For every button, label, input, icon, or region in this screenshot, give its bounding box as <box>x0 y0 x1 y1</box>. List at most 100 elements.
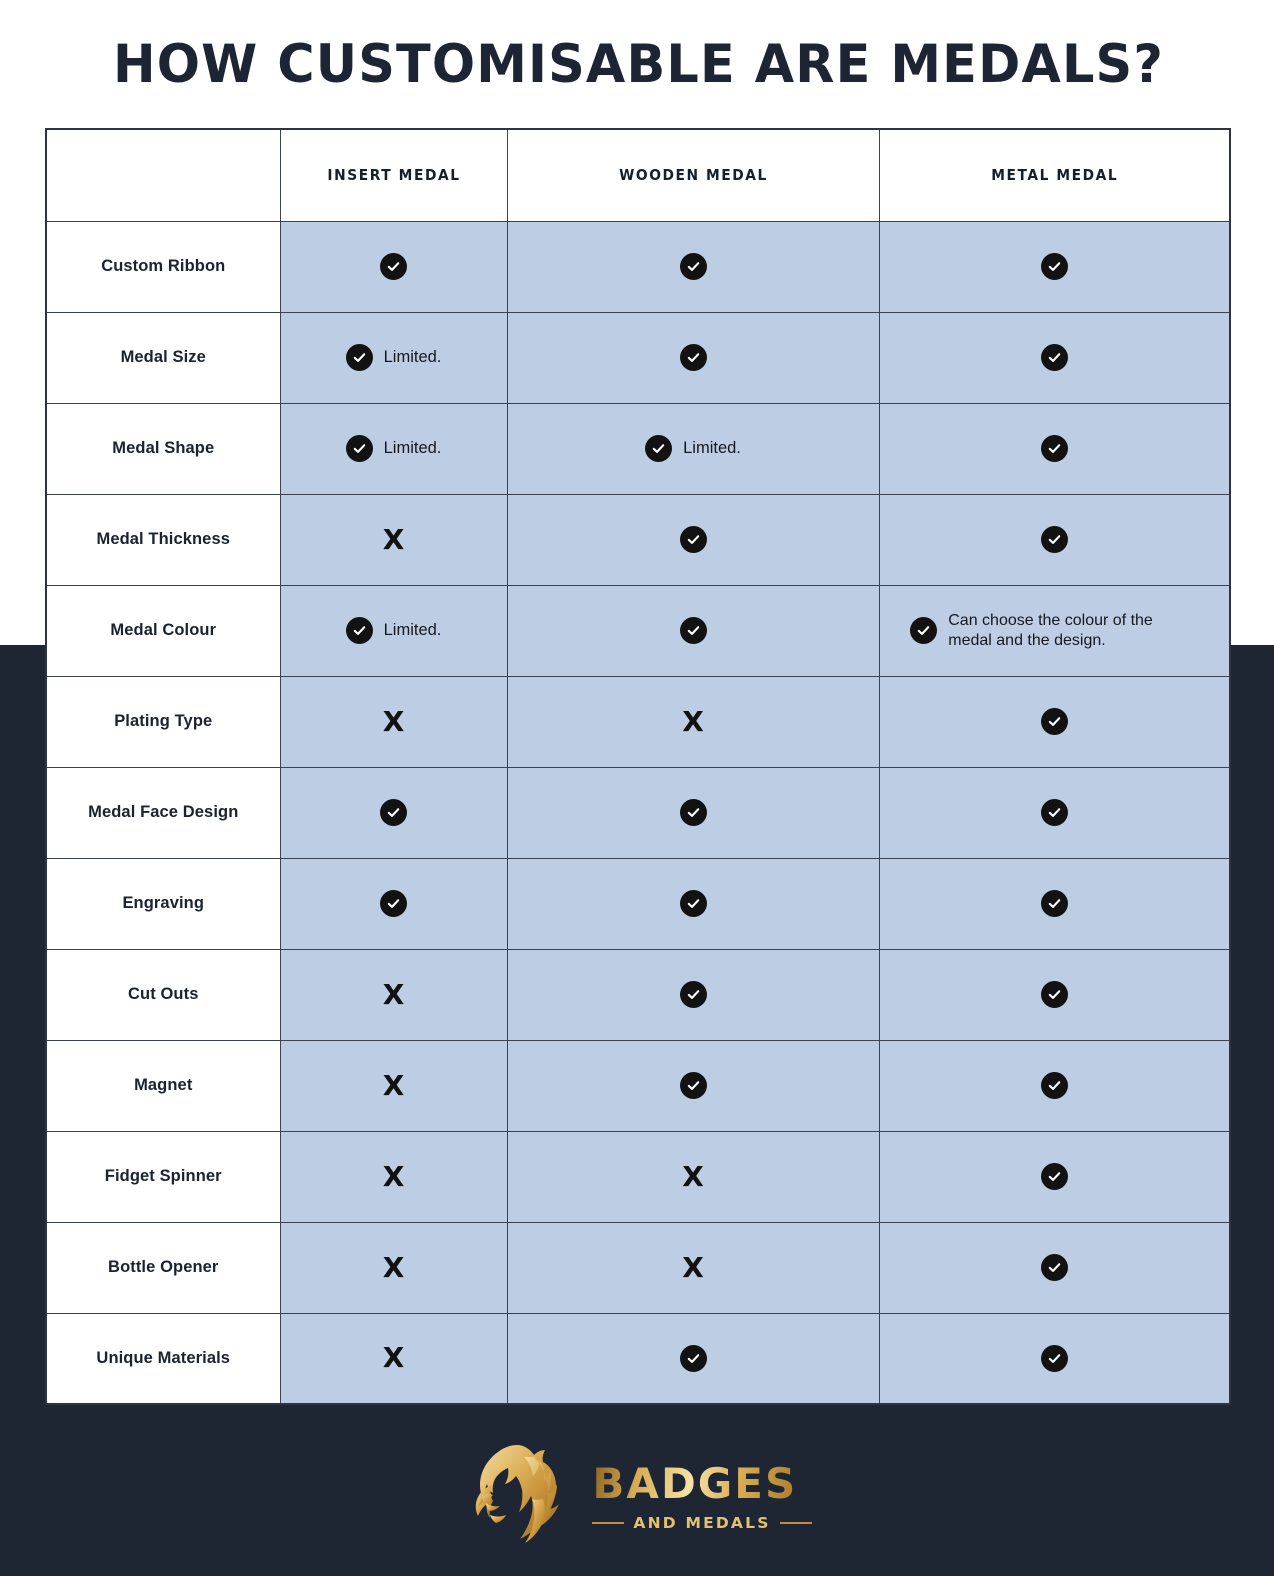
cell-content: X <box>281 950 507 1040</box>
check-icon <box>679 981 707 1008</box>
cell-insert-medal: X <box>279 948 508 1041</box>
brand-name: BADGES <box>592 1458 798 1508</box>
check-icon <box>1040 1072 1068 1099</box>
cell-content: X <box>508 677 879 767</box>
row-label: Unique Materials <box>45 1312 281 1405</box>
check-icon <box>1040 344 1068 371</box>
cell-content: Can choose the colour of the medal and t… <box>880 586 1230 676</box>
table-row: Medal Face Design <box>45 766 1231 859</box>
cell-content: Limited. <box>281 404 507 494</box>
check-icon <box>679 1072 707 1099</box>
row-label: Medal Shape <box>45 402 281 495</box>
cell-content: Limited. <box>508 404 879 494</box>
brand-text-block: BADGES AND MEDALS <box>592 1458 812 1532</box>
row-label: Engraving <box>45 857 281 950</box>
row-label: Medal Face Design <box>45 766 281 859</box>
cell-metal-medal <box>878 493 1231 586</box>
cell-wooden-medal <box>506 493 880 586</box>
table-row: Custom Ribbon <box>45 220 1231 313</box>
row-label: Cut Outs <box>45 948 281 1041</box>
cell-content <box>281 222 507 312</box>
x-icon: X <box>382 1068 405 1102</box>
table-row: Bottle Opener X X <box>45 1221 1231 1314</box>
table-row: Unique Materials X <box>45 1312 1231 1405</box>
check-icon <box>679 253 707 280</box>
cell-content: X <box>281 1041 507 1131</box>
row-label: Plating Type <box>45 675 281 768</box>
cell-metal-medal <box>878 311 1231 404</box>
check-icon <box>1040 1344 1068 1372</box>
header-label-wooden-medal: WOODEN MEDAL <box>618 166 768 185</box>
header-cell-insert-medal: INSERT MEDAL <box>279 128 508 222</box>
check-icon <box>645 435 673 462</box>
cell-insert-medal <box>279 220 508 313</box>
cell-metal-medal <box>878 1312 1231 1405</box>
header-label-insert-medal: INSERT MEDAL <box>326 166 461 185</box>
header-cell-metal-medal: METAL MEDAL <box>878 128 1231 222</box>
check-icon <box>1040 1254 1068 1281</box>
table-header-row: INSERT MEDAL WOODEN MEDAL METAL MEDAL <box>45 128 1231 222</box>
cell-insert-medal <box>279 857 508 950</box>
row-label: Magnet <box>45 1039 281 1132</box>
cell-wooden-medal <box>506 766 880 859</box>
cell-content <box>880 1132 1230 1222</box>
cell-content <box>880 495 1230 585</box>
row-label: Medal Size <box>45 311 281 404</box>
x-icon: X <box>382 1250 405 1284</box>
x-icon: X <box>682 1159 704 1193</box>
x-icon: X <box>382 704 405 738</box>
cell-content <box>281 859 507 949</box>
check-icon <box>679 890 707 917</box>
row-label: Fidget Spinner <box>45 1130 281 1223</box>
cell-insert-medal: Limited. <box>279 584 508 677</box>
cell-content <box>880 404 1230 494</box>
cell-wooden-medal <box>506 948 880 1041</box>
table-row: Fidget Spinner X X <box>45 1130 1231 1223</box>
cell-insert-medal: Limited. <box>279 402 508 495</box>
cell-metal-medal <box>878 1130 1231 1223</box>
x-icon: X <box>382 1159 405 1193</box>
check-icon <box>1040 253 1068 280</box>
header-cell-wooden-medal: WOODEN MEDAL <box>506 128 880 222</box>
table-row: Medal Shape Limited. Limited. <box>45 402 1231 495</box>
cell-content: X <box>508 1223 879 1313</box>
check-icon <box>380 890 407 917</box>
table-header: INSERT MEDAL WOODEN MEDAL METAL MEDAL <box>45 128 1231 222</box>
x-icon: X <box>382 1341 405 1375</box>
tagline-rule-right <box>779 1521 812 1524</box>
cell-content <box>880 1041 1230 1131</box>
cell-metal-medal <box>878 1221 1231 1314</box>
cell-metal-medal <box>878 675 1231 768</box>
cell-insert-medal: X <box>279 1312 508 1405</box>
table-row: Medal Size Limited. <box>45 311 1231 404</box>
cell-wooden-medal <box>506 311 880 404</box>
check-icon <box>679 617 707 644</box>
cell-wooden-medal: Limited. <box>506 402 880 495</box>
cell-insert-medal: X <box>279 1130 508 1223</box>
cell-metal-medal <box>878 766 1231 859</box>
table-row: Engraving <box>45 857 1231 950</box>
table-row: Magnet X <box>45 1039 1231 1132</box>
check-icon <box>1040 799 1068 826</box>
row-label: Medal Thickness <box>45 493 281 586</box>
check-icon <box>380 253 407 280</box>
x-icon: X <box>682 1250 704 1284</box>
check-icon <box>679 799 707 826</box>
table-row: Cut Outs X <box>45 948 1231 1041</box>
header-cell-blank <box>45 128 281 222</box>
cell-content <box>508 859 879 949</box>
check-icon <box>679 1344 707 1372</box>
check-icon <box>679 344 707 371</box>
cell-metal-medal <box>878 1039 1231 1132</box>
cell-content: X <box>281 1314 507 1404</box>
cell-note: Limited. <box>383 621 442 640</box>
x-icon: X <box>382 522 405 556</box>
cell-content <box>880 313 1230 403</box>
cell-content <box>508 222 879 312</box>
cell-content: X <box>281 1132 507 1222</box>
cell-wooden-medal <box>506 1039 880 1132</box>
table-row: Medal Colour Limited. Can choose the colou… <box>45 584 1231 677</box>
cell-wooden-medal <box>506 220 880 313</box>
cell-content <box>508 1314 879 1404</box>
cell-content <box>880 677 1230 767</box>
